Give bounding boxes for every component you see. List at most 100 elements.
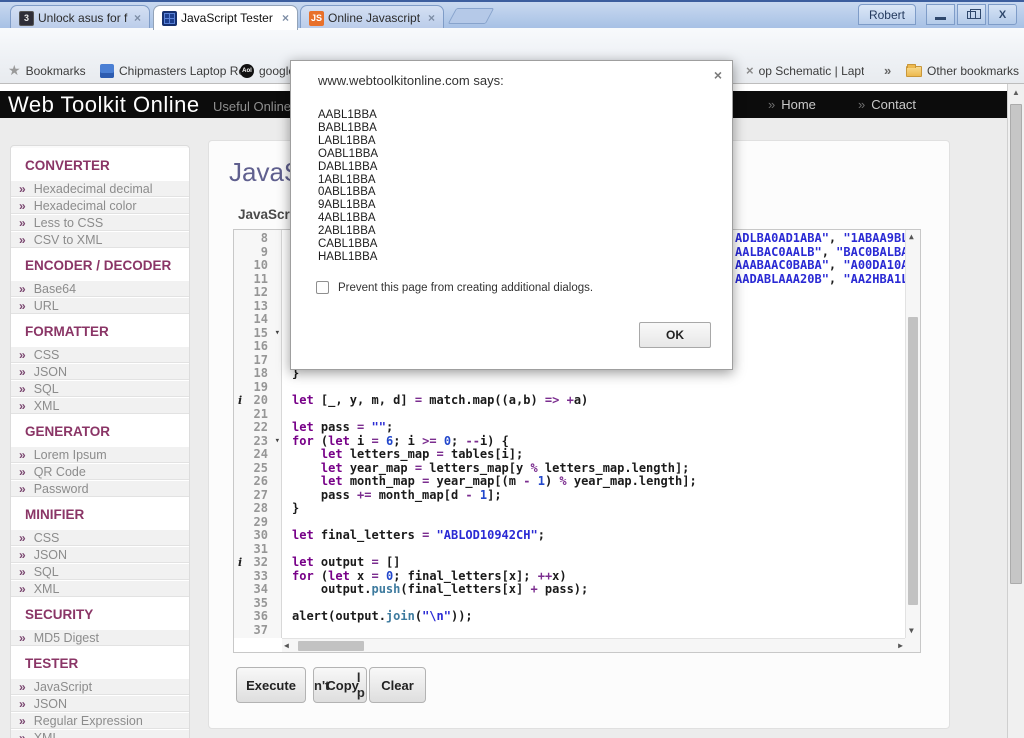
code-line: let month_map = year_map[(m - 1) % year_… — [292, 475, 905, 489]
bookmark-item[interactable]: Aolgoogle — [240, 58, 295, 83]
bookmark-item[interactable]: ×op Schematic | Lapt — [746, 58, 864, 83]
tab-1[interactable]: 3Unlock asus for free - Page 1× — [10, 5, 150, 30]
editor-horizontal-scrollbar[interactable]: ◀ ▶ — [282, 638, 905, 652]
sidebar-item-md5-digest[interactable]: »MD5 Digest — [11, 629, 189, 646]
horizontal-scroll-thumb[interactable] — [298, 641, 364, 651]
code-token — [429, 529, 436, 543]
bookmark-item[interactable]: ★Bookmarks — [8, 58, 86, 83]
scroll-right-icon[interactable]: ▶ — [898, 641, 903, 651]
code-token: pass — [292, 489, 357, 503]
bookmark-item[interactable]: » — [884, 58, 891, 83]
code-token: = — [357, 421, 364, 435]
sidebar-item-lorem-ipsum[interactable]: »Lorem Ipsum — [11, 446, 189, 463]
line-number: 24 — [234, 448, 281, 462]
sidebar-item-base64[interactable]: »Base64 — [11, 280, 189, 297]
code-token: let — [328, 570, 350, 584]
sidebar-item-hexadecimal-color[interactable]: »Hexadecimal color — [11, 197, 189, 214]
sidebar-item-csv-to-xml[interactable]: »CSV to XML — [11, 231, 189, 248]
clear-button[interactable]: Clear — [369, 667, 426, 703]
sidebar-item-label: CSV to XML — [34, 233, 103, 247]
overflow-chevron-icon[interactable]: » — [884, 63, 891, 78]
code-token: month_map — [343, 475, 422, 489]
site-logo[interactable]: Web Toolkit Online — [8, 92, 200, 118]
code-token: = — [371, 556, 378, 570]
tab-close-icon[interactable]: × — [280, 11, 291, 25]
sidebar-item-xml[interactable]: »XML — [11, 397, 189, 414]
line-number: 30 — [234, 529, 281, 543]
dialog-close-icon[interactable]: × — [714, 67, 722, 83]
sidebar-item-sql[interactable]: »SQL — [11, 563, 189, 580]
sidebar-item-password[interactable]: »Password — [11, 480, 189, 497]
scroll-down-icon[interactable]: ▼ — [909, 626, 914, 636]
code-token: ( — [314, 570, 328, 584]
tab-2[interactable]: JavaScript Tester online× — [153, 5, 298, 30]
code-token: output — [314, 556, 372, 570]
code-token: x — [350, 570, 372, 584]
ok-button[interactable]: OK — [639, 322, 711, 348]
sidebar-item-css[interactable]: »CSS — [11, 529, 189, 546]
sidebar-item-sql[interactable]: »SQL — [11, 380, 189, 397]
code-token: month_map[d — [371, 489, 465, 503]
minimize-button[interactable] — [926, 4, 955, 25]
fold-arrow-icon[interactable]: ▾ — [275, 435, 280, 449]
scroll-up-icon[interactable]: ▲ — [909, 232, 914, 242]
scroll-left-icon[interactable]: ◀ — [284, 641, 289, 651]
nav-home[interactable]: »Home — [768, 97, 816, 112]
code-token: = — [415, 462, 422, 476]
page-scrollbar[interactable]: ▲ — [1007, 84, 1024, 738]
scroll-up-icon[interactable]: ▲ — [1012, 88, 1020, 97]
sidebar-item-xml[interactable]: »XML — [11, 729, 189, 738]
sidebar-item-regular-expression[interactable]: »Regular Expression — [11, 712, 189, 729]
sidebar-item-json[interactable]: »JSON — [11, 695, 189, 712]
code-token — [559, 394, 566, 408]
sidebar-section-title: ENCODER / DECODER — [11, 248, 189, 280]
sidebar-item-json[interactable]: »JSON — [11, 363, 189, 380]
sidebar-item-javascript[interactable]: »JavaScript — [11, 678, 189, 695]
new-tab-button[interactable] — [448, 8, 495, 24]
code-token: year_map[(m — [429, 475, 523, 489]
line-number: 13 — [234, 300, 281, 314]
sidebar-item-json[interactable]: »JSON — [11, 546, 189, 563]
sidebar-item-label: SQL — [34, 382, 59, 396]
maximize-button[interactable] — [957, 4, 986, 25]
tab-close-icon[interactable]: × — [132, 11, 143, 25]
copy-button[interactable]: n't Copy l p — [313, 667, 367, 703]
line-number: 28 — [234, 502, 281, 516]
execute-button[interactable]: Execute — [236, 667, 306, 703]
fold-arrow-icon[interactable]: ▾ — [275, 327, 280, 341]
nav-contact[interactable]: »Contact — [858, 97, 916, 112]
editor-vertical-scrollbar[interactable]: ▲ ▼ — [905, 230, 920, 638]
code-token: pass — [314, 421, 357, 435]
sidebar-item-hexadecimal-decimal[interactable]: »Hexadecimal decimal — [11, 180, 189, 197]
tab-close-icon[interactable]: × — [426, 11, 437, 25]
code-line: let letters_map = tables[i]; — [292, 448, 905, 462]
code-token: output. — [292, 583, 371, 597]
page-scroll-thumb[interactable] — [1010, 104, 1022, 584]
sidebar-item-label: Hexadecimal decimal — [34, 182, 153, 196]
code-token: letters_map.length]; — [538, 462, 690, 476]
sidebar-item-label: XML — [34, 731, 60, 738]
sidebar-item-less-to-css[interactable]: »Less to CSS — [11, 214, 189, 231]
prevent-dialogs-checkbox[interactable] — [316, 281, 329, 294]
sidebar-section-title: GENERATOR — [11, 414, 189, 446]
bookmark-item[interactable]: Chipmasters Laptop Rep — [100, 58, 252, 83]
vertical-scroll-thumb[interactable] — [908, 317, 918, 605]
code-token: let — [292, 421, 314, 435]
dialog-message-line: DABL1BBA — [318, 161, 378, 174]
profile-button[interactable]: Robert — [858, 4, 916, 25]
sidebar-item-url[interactable]: »URL — [11, 297, 189, 314]
code-line — [292, 624, 905, 638]
code-token — [379, 435, 386, 449]
line-number: 19 — [234, 381, 281, 395]
chevron-icon: » — [19, 631, 26, 645]
sidebar-item-xml[interactable]: »XML — [11, 580, 189, 597]
bookmark-item[interactable]: Other bookmarks — [906, 58, 1019, 83]
sidebar-item-qr-code[interactable]: »QR Code — [11, 463, 189, 480]
line-number: 18 — [234, 367, 281, 381]
code-line — [292, 381, 905, 395]
copy-artifact-text: l p — [357, 670, 366, 700]
chevron-icon: » — [19, 365, 26, 379]
sidebar-item-css[interactable]: »CSS — [11, 346, 189, 363]
tab-3[interactable]: JSOnline Javascript Editor× — [300, 5, 444, 30]
close-button[interactable]: X — [988, 4, 1017, 25]
